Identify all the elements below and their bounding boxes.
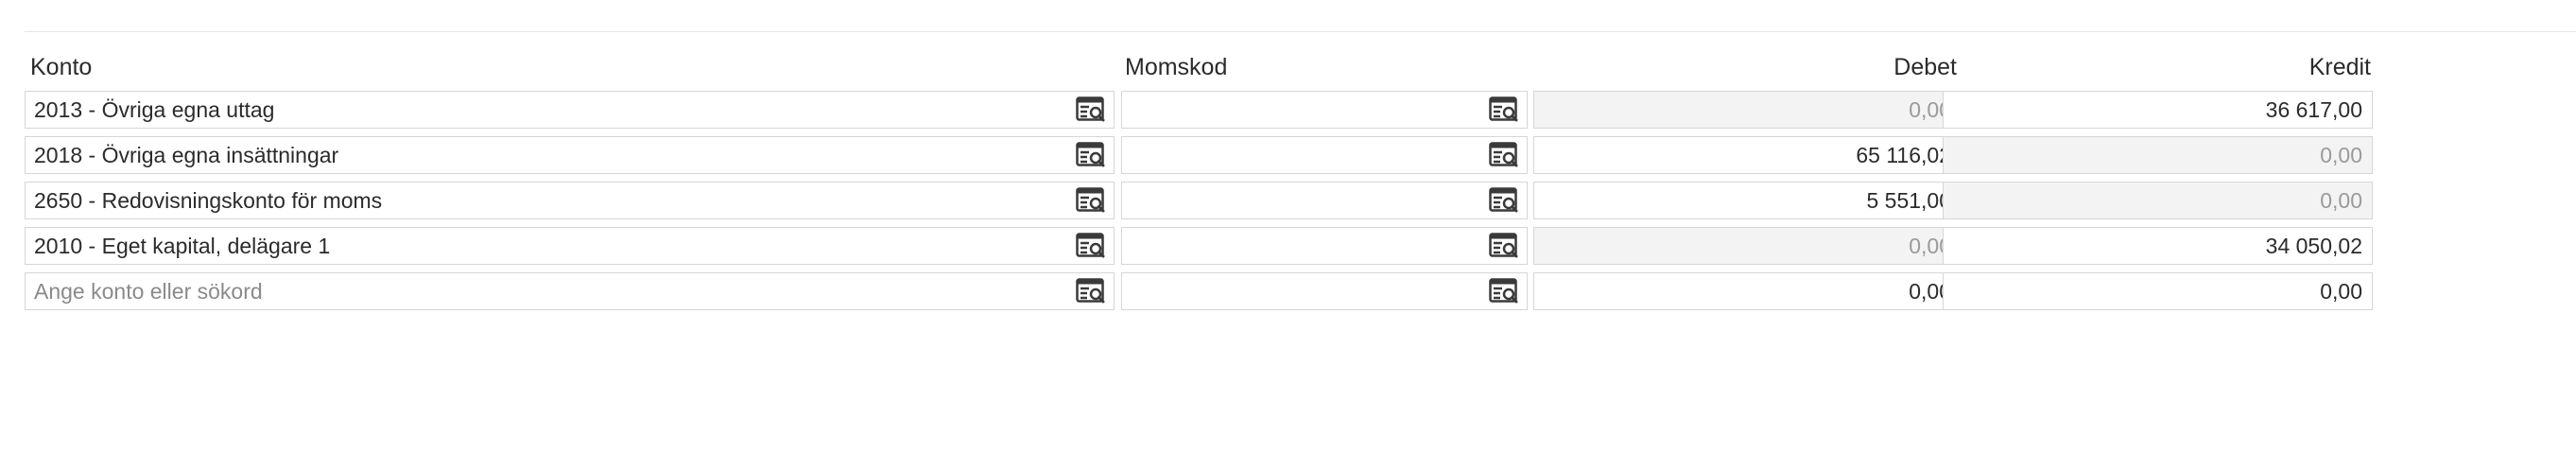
kredit-field[interactable]: 36 617,00 (1943, 91, 2373, 129)
konto-value: 2010 - Eget kapital, delägare 1 (34, 234, 331, 258)
momskod-field[interactable] (1121, 91, 1528, 129)
momskod-lookup-icon[interactable] (1489, 233, 1519, 259)
table-body: 2013 - Övriga egna uttag 0,00 36 617,00 20… (25, 91, 2373, 318)
debet-field: 0,00 (1533, 227, 1962, 265)
konto-lookup-icon[interactable] (1076, 278, 1106, 305)
column-header-kredit: Kredit (2308, 54, 2371, 80)
kredit-field[interactable]: 0,00 (1943, 272, 2373, 310)
debet-field[interactable]: 65 116,02 (1533, 136, 1962, 174)
top-divider (25, 31, 2576, 32)
debet-field: 0,00 (1533, 91, 1962, 129)
momskod-field[interactable] (1121, 136, 1528, 174)
momskod-field[interactable] (1121, 182, 1528, 219)
konto-value: 2650 - Redovisningskonto för moms (34, 188, 383, 213)
konto-lookup-icon[interactable] (1076, 142, 1106, 168)
konto-lookup-icon[interactable] (1076, 96, 1106, 123)
table-row: 2018 - Övriga egna insättningar 65 116,0… (25, 136, 2373, 182)
debet-field[interactable]: 0,00 (1533, 272, 1962, 310)
verification-rows-table: Konto Momskod Debet Kredit 2013 - Övriga… (25, 47, 2373, 318)
table-row: 2010 - Eget kapital, delägare 1 0,00 34 0… (25, 227, 2373, 272)
konto-field[interactable]: 2013 - Övriga egna uttag (25, 91, 1115, 129)
new-entry-row: Ange konto eller sökord 0,00 0,00 (25, 272, 2373, 318)
kredit-field[interactable]: 34 050,02 (1943, 227, 2373, 265)
momskod-lookup-icon[interactable] (1489, 278, 1519, 305)
momskod-lookup-icon[interactable] (1489, 142, 1519, 168)
table-row: 2650 - Redovisningskonto för moms 5 551,… (25, 182, 2373, 227)
momskod-field[interactable] (1121, 227, 1528, 265)
kredit-field: 0,00 (1943, 182, 2373, 219)
table-header: Konto Momskod Debet Kredit (25, 47, 2371, 91)
debet-field[interactable]: 5 551,00 (1533, 182, 1962, 219)
konto-field[interactable]: 2018 - Övriga egna insättningar (25, 136, 1115, 174)
konto-field[interactable]: 2650 - Redovisningskonto för moms (25, 182, 1115, 219)
konto-lookup-icon[interactable] (1076, 187, 1106, 214)
konto-value: 2018 - Övriga egna insättningar (34, 143, 339, 167)
momskod-lookup-icon[interactable] (1489, 96, 1519, 123)
column-header-konto: Konto (30, 54, 93, 80)
konto-field[interactable]: Ange konto eller sökord (25, 272, 1115, 310)
konto-placeholder: Ange konto eller sökord (34, 279, 263, 304)
kredit-field: 0,00 (1943, 136, 2373, 174)
column-header-momskod: Momskod (1125, 54, 1228, 80)
konto-value: 2013 - Övriga egna uttag (34, 97, 275, 122)
momskod-lookup-icon[interactable] (1489, 187, 1519, 214)
table-row: 2013 - Övriga egna uttag 0,00 36 617,00 (25, 91, 2373, 136)
konto-lookup-icon[interactable] (1076, 233, 1106, 259)
konto-field[interactable]: 2010 - Eget kapital, delägare 1 (25, 227, 1115, 265)
momskod-field[interactable] (1121, 272, 1528, 310)
column-header-debet: Debet (1893, 54, 1957, 80)
